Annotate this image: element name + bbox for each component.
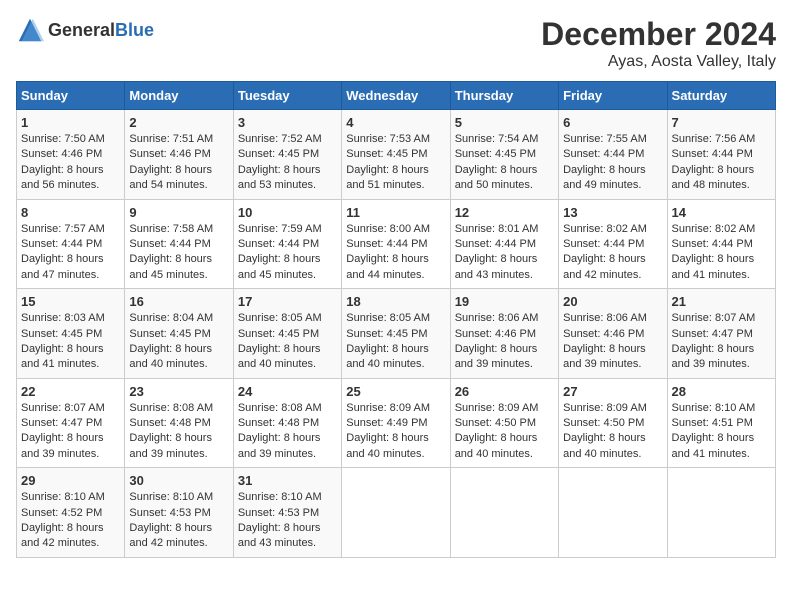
day-7: 7 Sunrise: 7:56 AMSunset: 4:44 PMDayligh…: [667, 110, 775, 200]
day-27: 27 Sunrise: 8:09 AMSunset: 4:50 PMDaylig…: [559, 378, 667, 468]
col-thursday: Thursday: [450, 82, 558, 110]
day-31: 31 Sunrise: 8:10 AMSunset: 4:53 PMDaylig…: [233, 468, 341, 558]
col-saturday: Saturday: [667, 82, 775, 110]
empty-cell-2: [450, 468, 558, 558]
day-12: 12 Sunrise: 8:01 AMSunset: 4:44 PMDaylig…: [450, 199, 558, 289]
day-30: 30 Sunrise: 8:10 AMSunset: 4:53 PMDaylig…: [125, 468, 233, 558]
title-block: December 2024 Ayas, Aosta Valley, Italy: [541, 16, 776, 71]
day-8: 8 Sunrise: 7:57 AMSunset: 4:44 PMDayligh…: [17, 199, 125, 289]
day-21: 21 Sunrise: 8:07 AMSunset: 4:47 PMDaylig…: [667, 289, 775, 379]
calendar-week-3: 15 Sunrise: 8:03 AMSunset: 4:45 PMDaylig…: [17, 289, 776, 379]
day-18: 18 Sunrise: 8:05 AMSunset: 4:45 PMDaylig…: [342, 289, 450, 379]
col-sunday: Sunday: [17, 82, 125, 110]
day-28: 28 Sunrise: 8:10 AMSunset: 4:51 PMDaylig…: [667, 378, 775, 468]
day-10: 10 Sunrise: 7:59 AMSunset: 4:44 PMDaylig…: [233, 199, 341, 289]
day-3: 3 Sunrise: 7:52 AMSunset: 4:45 PMDayligh…: [233, 110, 341, 200]
logo: GeneralBlue: [16, 16, 154, 44]
col-friday: Friday: [559, 82, 667, 110]
empty-cell-3: [559, 468, 667, 558]
logo-text: GeneralBlue: [48, 20, 154, 41]
col-monday: Monday: [125, 82, 233, 110]
col-tuesday: Tuesday: [233, 82, 341, 110]
logo-general: General: [48, 20, 115, 40]
calendar-header-row: Sunday Monday Tuesday Wednesday Thursday…: [17, 82, 776, 110]
logo-blue: Blue: [115, 20, 154, 40]
day-2: 2 Sunrise: 7:51 AMSunset: 4:46 PMDayligh…: [125, 110, 233, 200]
day-13: 13 Sunrise: 8:02 AMSunset: 4:44 PMDaylig…: [559, 199, 667, 289]
day-19: 19 Sunrise: 8:06 AMSunset: 4:46 PMDaylig…: [450, 289, 558, 379]
day-5: 5 Sunrise: 7:54 AMSunset: 4:45 PMDayligh…: [450, 110, 558, 200]
empty-cell-4: [667, 468, 775, 558]
calendar-table: Sunday Monday Tuesday Wednesday Thursday…: [16, 81, 776, 558]
day-11: 11 Sunrise: 8:00 AMSunset: 4:44 PMDaylig…: [342, 199, 450, 289]
day-14: 14 Sunrise: 8:02 AMSunset: 4:44 PMDaylig…: [667, 199, 775, 289]
empty-cell-1: [342, 468, 450, 558]
day-23: 23 Sunrise: 8:08 AMSunset: 4:48 PMDaylig…: [125, 378, 233, 468]
page-title: December 2024: [541, 16, 776, 53]
col-wednesday: Wednesday: [342, 82, 450, 110]
logo-icon: [16, 16, 44, 44]
calendar-week-4: 22 Sunrise: 8:07 AMSunset: 4:47 PMDaylig…: [17, 378, 776, 468]
day-1: 1 Sunrise: 7:50 AMSunset: 4:46 PMDayligh…: [17, 110, 125, 200]
day-25: 25 Sunrise: 8:09 AMSunset: 4:49 PMDaylig…: [342, 378, 450, 468]
day-4: 4 Sunrise: 7:53 AMSunset: 4:45 PMDayligh…: [342, 110, 450, 200]
day-6: 6 Sunrise: 7:55 AMSunset: 4:44 PMDayligh…: [559, 110, 667, 200]
day-15: 15 Sunrise: 8:03 AMSunset: 4:45 PMDaylig…: [17, 289, 125, 379]
day-26: 26 Sunrise: 8:09 AMSunset: 4:50 PMDaylig…: [450, 378, 558, 468]
calendar-week-1: 1 Sunrise: 7:50 AMSunset: 4:46 PMDayligh…: [17, 110, 776, 200]
calendar-week-2: 8 Sunrise: 7:57 AMSunset: 4:44 PMDayligh…: [17, 199, 776, 289]
page-header: GeneralBlue December 2024 Ayas, Aosta Va…: [16, 16, 776, 71]
day-29: 29 Sunrise: 8:10 AMSunset: 4:52 PMDaylig…: [17, 468, 125, 558]
day-16: 16 Sunrise: 8:04 AMSunset: 4:45 PMDaylig…: [125, 289, 233, 379]
calendar-week-5: 29 Sunrise: 8:10 AMSunset: 4:52 PMDaylig…: [17, 468, 776, 558]
day-9: 9 Sunrise: 7:58 AMSunset: 4:44 PMDayligh…: [125, 199, 233, 289]
day-17: 17 Sunrise: 8:05 AMSunset: 4:45 PMDaylig…: [233, 289, 341, 379]
day-22: 22 Sunrise: 8:07 AMSunset: 4:47 PMDaylig…: [17, 378, 125, 468]
day-20: 20 Sunrise: 8:06 AMSunset: 4:46 PMDaylig…: [559, 289, 667, 379]
day-24: 24 Sunrise: 8:08 AMSunset: 4:48 PMDaylig…: [233, 378, 341, 468]
page-subtitle: Ayas, Aosta Valley, Italy: [541, 53, 776, 71]
